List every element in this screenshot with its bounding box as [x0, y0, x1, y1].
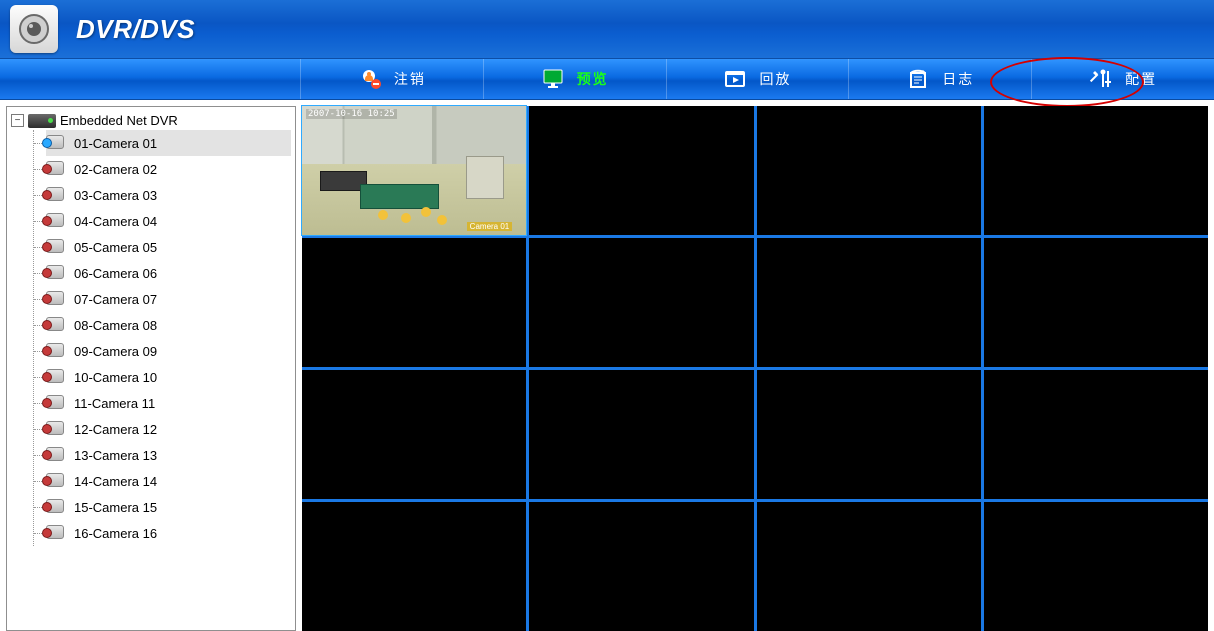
camera-label: 06-Camera 06	[74, 266, 157, 281]
video-cell[interactable]	[757, 502, 981, 631]
camera-label: 13-Camera 13	[74, 448, 157, 463]
camera-item[interactable]: 13-Camera 13	[46, 442, 291, 468]
camera-icon	[46, 213, 68, 229]
camera-icon	[46, 343, 68, 359]
nav-config-label: 配置	[1125, 69, 1157, 89]
video-cell[interactable]	[757, 106, 981, 235]
camera-label: 01-Camera 01	[74, 136, 157, 151]
logout-icon	[358, 67, 382, 91]
camera-item[interactable]: 16-Camera 16	[46, 520, 291, 546]
playback-icon	[723, 67, 747, 91]
nav-spacer	[0, 59, 300, 99]
video-cell[interactable]	[302, 238, 526, 367]
camera-label: 05-Camera 05	[74, 240, 157, 255]
video-cell[interactable]	[984, 238, 1208, 367]
video-cell[interactable]	[302, 370, 526, 499]
camera-item[interactable]: 10-Camera 10	[46, 364, 291, 390]
camera-label: 09-Camera 09	[74, 344, 157, 359]
camera-icon	[46, 187, 68, 203]
video-cell[interactable]	[757, 370, 981, 499]
app-title: DVR/DVS	[76, 14, 195, 45]
app-logo	[10, 5, 58, 53]
video-cell[interactable]	[529, 502, 753, 631]
camera-item[interactable]: 02-Camera 02	[46, 156, 291, 182]
camera-item[interactable]: 11-Camera 11	[46, 390, 291, 416]
tree-root[interactable]: − Embedded Net DVR	[11, 113, 291, 128]
nav-config[interactable]: 配置	[1031, 59, 1214, 99]
camera-item[interactable]: 12-Camera 12	[46, 416, 291, 442]
tree-root-label: Embedded Net DVR	[60, 113, 178, 128]
camera-icon	[46, 161, 68, 177]
camera-icon	[46, 135, 68, 151]
camera-item[interactable]: 07-Camera 07	[46, 286, 291, 312]
camera-list: 01-Camera 01 02-Camera 02 03-Camera 03 04-C…	[33, 130, 291, 546]
camera-label: 02-Camera 02	[74, 162, 157, 177]
camera-icon	[46, 239, 68, 255]
camera-label: 10-Camera 10	[74, 370, 157, 385]
camera-item[interactable]: 06-Camera 06	[46, 260, 291, 286]
video-cell[interactable]	[529, 370, 753, 499]
nav-logout-label: 注销	[394, 69, 426, 89]
video-cell[interactable]	[757, 238, 981, 367]
camera-label: 07-Camera 07	[74, 292, 157, 307]
nav-log[interactable]: 日志	[848, 59, 1031, 99]
device-tree: − Embedded Net DVR 01-Camera 01 02-Camera…	[6, 106, 296, 631]
video-cell[interactable]	[529, 106, 753, 235]
feed-timestamp: 2007-10-16 10:25	[306, 109, 397, 119]
camera-icon	[46, 265, 68, 281]
camera-label: 11-Camera 11	[74, 396, 155, 411]
main-nav: 注销 预览 回放 日志 配置	[0, 59, 1214, 100]
video-cell[interactable]	[984, 370, 1208, 499]
camera-label: 03-Camera 03	[74, 188, 157, 203]
video-grid: 2007-10-16 10:25 Camera 01	[302, 106, 1208, 631]
camera-item[interactable]: 01-Camera 01	[46, 130, 291, 156]
camera-item[interactable]: 14-Camera 14	[46, 468, 291, 494]
camera-item[interactable]: 04-Camera 04	[46, 208, 291, 234]
camera-item[interactable]: 08-Camera 08	[46, 312, 291, 338]
camera-label: 15-Camera 15	[74, 500, 157, 515]
video-cell[interactable]	[984, 106, 1208, 235]
camera-icon	[46, 369, 68, 385]
nav-preview[interactable]: 预览	[483, 59, 666, 99]
camera-label: 12-Camera 12	[74, 422, 157, 437]
camera-label: 16-Camera 16	[74, 526, 157, 541]
log-icon	[906, 67, 930, 91]
camera-icon	[46, 421, 68, 437]
camera-label: 08-Camera 08	[74, 318, 157, 333]
camera-icon	[46, 525, 68, 541]
header-bar: DVR/DVS	[0, 0, 1214, 59]
nav-playback-label: 回放	[759, 69, 791, 89]
camera-icon	[46, 499, 68, 515]
dvr-icon	[28, 114, 56, 128]
collapse-icon[interactable]: −	[11, 114, 24, 127]
camera-item[interactable]: 15-Camera 15	[46, 494, 291, 520]
video-cell[interactable]	[984, 502, 1208, 631]
video-cell[interactable]	[529, 238, 753, 367]
nav-playback[interactable]: 回放	[666, 59, 849, 99]
feed-channel-label: Camera 01	[467, 222, 513, 231]
camera-item[interactable]: 03-Camera 03	[46, 182, 291, 208]
preview-icon	[541, 67, 565, 91]
nav-log-label: 日志	[942, 69, 974, 89]
camera-icon	[46, 473, 68, 489]
camera-item[interactable]: 09-Camera 09	[46, 338, 291, 364]
camera-item[interactable]: 05-Camera 05	[46, 234, 291, 260]
live-feed: 2007-10-16 10:25 Camera 01	[302, 106, 526, 235]
video-cell[interactable]	[302, 502, 526, 631]
video-grid-wrap: 2007-10-16 10:25 Camera 01	[302, 106, 1208, 631]
camera-label: 14-Camera 14	[74, 474, 157, 489]
nav-preview-label: 预览	[577, 69, 609, 89]
config-icon	[1089, 67, 1113, 91]
camera-icon	[46, 395, 68, 411]
nav-logout[interactable]: 注销	[300, 59, 483, 99]
camera-icon	[46, 447, 68, 463]
camera-icon	[46, 317, 68, 333]
video-cell[interactable]: 2007-10-16 10:25 Camera 01	[302, 106, 526, 235]
camera-icon	[46, 291, 68, 307]
camera-label: 04-Camera 04	[74, 214, 157, 229]
